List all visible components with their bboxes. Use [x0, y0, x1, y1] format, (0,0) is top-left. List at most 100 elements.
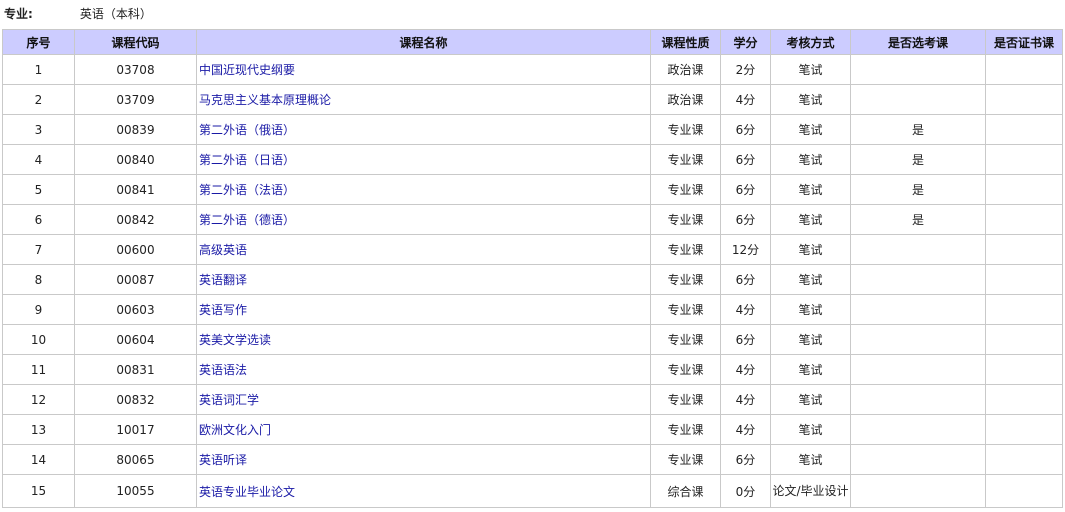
cell-index: 1: [2, 54, 75, 85]
cell-is-elective: 是: [850, 204, 986, 235]
course-name-link[interactable]: 英语专业毕业论文: [199, 485, 295, 499]
course-name-link[interactable]: 第二外语（法语）: [199, 183, 295, 197]
cell-course-type: 专业课: [650, 264, 721, 295]
table-row: 10 00604 英美文学选读 专业课 6分 笔试: [2, 324, 1063, 355]
cell-course-name: 英语专业毕业论文: [196, 474, 651, 508]
cell-exam-method: 笔试: [770, 114, 851, 145]
cell-is-elective: [850, 54, 986, 85]
cell-index: 7: [2, 234, 75, 265]
course-name-link[interactable]: 第二外语（日语）: [199, 153, 295, 167]
table-row: 9 00603 英语写作 专业课 4分 笔试: [2, 294, 1063, 325]
cell-course-type: 专业课: [650, 204, 721, 235]
cell-is-certificate: [985, 234, 1063, 265]
cell-course-code: 00831: [74, 354, 197, 385]
cell-is-elective: 是: [850, 174, 986, 205]
header-course-name: 课程名称: [196, 29, 651, 55]
cell-course-type: 专业课: [650, 324, 721, 355]
cell-course-type: 专业课: [650, 174, 721, 205]
cell-credits: 0分: [720, 474, 771, 508]
cell-credits: 6分: [720, 144, 771, 175]
cell-credits: 6分: [720, 174, 771, 205]
cell-credits: 4分: [720, 414, 771, 445]
cell-index: 9: [2, 294, 75, 325]
cell-course-code: 03708: [74, 54, 197, 85]
course-name-link[interactable]: 中国近现代史纲要: [199, 63, 295, 77]
cell-is-certificate: [985, 174, 1063, 205]
cell-is-certificate: [985, 84, 1063, 115]
course-name-link[interactable]: 马克思主义基本原理概论: [199, 93, 331, 107]
cell-is-elective: [850, 384, 986, 415]
table-row: 14 80065 英语听译 专业课 6分 笔试: [2, 444, 1063, 475]
cell-course-name: 英语词汇学: [196, 384, 651, 415]
cell-index: 5: [2, 174, 75, 205]
table-row: 2 03709 马克思主义基本原理概论 政治课 4分 笔试: [2, 84, 1063, 115]
course-name-link[interactable]: 高级英语: [199, 243, 247, 257]
cell-index: 3: [2, 114, 75, 145]
cell-index: 2: [2, 84, 75, 115]
cell-course-type: 政治课: [650, 54, 721, 85]
cell-is-certificate: [985, 474, 1063, 508]
cell-course-type: 综合课: [650, 474, 721, 508]
course-name-link[interactable]: 英美文学选读: [199, 333, 271, 347]
cell-course-name: 英美文学选读: [196, 324, 651, 355]
cell-is-certificate: [985, 324, 1063, 355]
cell-is-elective: [850, 84, 986, 115]
cell-is-elective: [850, 324, 986, 355]
cell-is-certificate: [985, 294, 1063, 325]
cell-course-code: 00087: [74, 264, 197, 295]
course-name-link[interactable]: 英语写作: [199, 303, 247, 317]
cell-is-elective: [850, 474, 986, 508]
course-name-link[interactable]: 欧洲文化入门: [199, 423, 271, 437]
cell-is-elective: [850, 294, 986, 325]
table-row: 7 00600 高级英语 专业课 12分 笔试: [2, 234, 1063, 265]
cell-is-certificate: [985, 114, 1063, 145]
cell-is-elective: [850, 414, 986, 445]
cell-is-certificate: [985, 354, 1063, 385]
cell-is-certificate: [985, 204, 1063, 235]
cell-course-code: 10055: [74, 474, 197, 508]
cell-index: 4: [2, 144, 75, 175]
cell-course-type: 专业课: [650, 444, 721, 475]
table-row: 6 00842 第二外语（德语） 专业课 6分 笔试是: [2, 204, 1063, 235]
cell-is-elective: [850, 234, 986, 265]
cell-course-code: 00841: [74, 174, 197, 205]
cell-credits: 4分: [720, 384, 771, 415]
cell-exam-method: 笔试: [770, 234, 851, 265]
course-name-link[interactable]: 英语听译: [199, 453, 247, 467]
table-row: 4 00840 第二外语（日语） 专业课 6分 笔试是: [2, 144, 1063, 175]
cell-index: 10: [2, 324, 75, 355]
cell-course-name: 高级英语: [196, 234, 651, 265]
cell-exam-method: 笔试: [770, 54, 851, 85]
cell-is-certificate: [985, 384, 1063, 415]
cell-course-type: 专业课: [650, 414, 721, 445]
cell-course-name: 英语写作: [196, 294, 651, 325]
cell-exam-method: 笔试: [770, 354, 851, 385]
course-name-link[interactable]: 英语翻译: [199, 273, 247, 287]
cell-is-elective: 是: [850, 114, 986, 145]
course-name-link[interactable]: 第二外语（俄语）: [199, 123, 295, 137]
cell-exam-method: 笔试: [770, 414, 851, 445]
cell-course-code: 00600: [74, 234, 197, 265]
cell-exam-method: 笔试: [770, 144, 851, 175]
cell-credits: 6分: [720, 264, 771, 295]
cell-exam-method: 笔试: [770, 294, 851, 325]
cell-exam-method: 笔试: [770, 84, 851, 115]
cell-index: 12: [2, 384, 75, 415]
cell-course-type: 专业课: [650, 114, 721, 145]
table-row: 1 03708 中国近现代史纲要 政治课 2分 笔试: [2, 54, 1063, 85]
cell-index: 11: [2, 354, 75, 385]
cell-credits: 4分: [720, 354, 771, 385]
course-name-link[interactable]: 英语语法: [199, 363, 247, 377]
header-is-certificate: 是否证书课: [985, 29, 1063, 55]
table-row: 12 00832 英语词汇学 专业课 4分 笔试: [2, 384, 1063, 415]
cell-course-code: 10017: [74, 414, 197, 445]
cell-course-name: 马克思主义基本原理概论: [196, 84, 651, 115]
course-name-link[interactable]: 第二外语（德语）: [199, 213, 295, 227]
cell-index: 6: [2, 204, 75, 235]
table-row: 11 00831 英语语法 专业课 4分 笔试: [2, 354, 1063, 385]
cell-is-certificate: [985, 144, 1063, 175]
course-name-link[interactable]: 英语词汇学: [199, 393, 259, 407]
cell-course-name: 欧洲文化入门: [196, 414, 651, 445]
cell-is-elective: [850, 354, 986, 385]
cell-course-name: 第二外语（德语）: [196, 204, 651, 235]
